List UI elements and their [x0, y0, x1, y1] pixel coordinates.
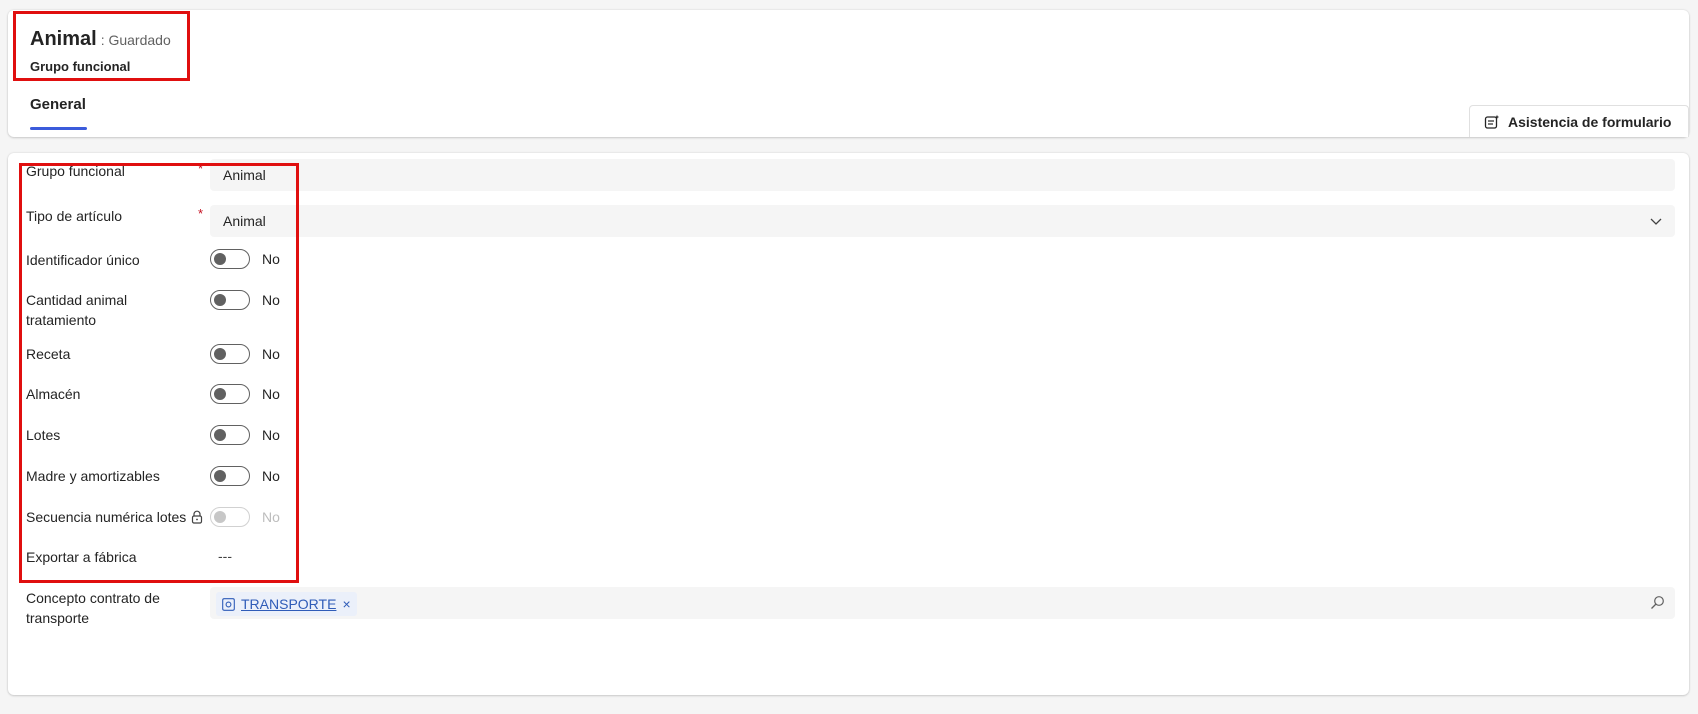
receta-value: No	[262, 346, 280, 362]
madre-amortizables-value: No	[262, 468, 280, 484]
lookup-tag: TRANSPORTE ×	[216, 592, 357, 616]
tipo-articulo-value: Animal	[223, 213, 266, 229]
field-label-tipo-articulo: Tipo de artículo	[26, 208, 122, 224]
receta-toggle[interactable]	[210, 344, 250, 364]
toggle-knob	[214, 388, 226, 400]
chevron-down-icon	[1650, 218, 1662, 225]
form-assist-label: Asistencia de formulario	[1508, 113, 1672, 130]
almacen-toggle[interactable]	[210, 384, 250, 404]
remove-tag-button[interactable]: ×	[342, 597, 350, 611]
identificador-unico-toggle[interactable]	[210, 249, 250, 269]
exportar-fabrica-value: ---	[218, 548, 232, 564]
field-label-concepto-contrato: Concepto contrato de transporte	[26, 590, 160, 626]
field-label-grupo-funcional: Grupo funcional	[26, 163, 125, 179]
toggle-knob	[214, 253, 226, 265]
toggle-knob	[214, 429, 226, 441]
highlight-box-title	[13, 11, 190, 81]
secuencia-numerica-lotes-toggle	[210, 507, 250, 527]
grupo-funcional-value: Animal	[223, 167, 266, 183]
lotes-value: No	[262, 427, 280, 443]
field-label-identificador-unico: Identificador único	[26, 252, 140, 268]
field-label-lotes: Lotes	[26, 427, 61, 443]
identificador-unico-value: No	[262, 251, 280, 267]
cantidad-animal-tratamiento-value: No	[262, 292, 280, 308]
lotes-toggle[interactable]	[210, 425, 250, 445]
form-assist-button[interactable]: Asistencia de formulario	[1469, 105, 1689, 137]
toggle-knob	[214, 294, 226, 306]
secuencia-numerica-lotes-value: No	[262, 509, 280, 525]
required-marker: *	[198, 206, 204, 221]
field-label-secuencia-numerica-lotes: Secuencia numérica lotes	[26, 509, 187, 525]
lock-icon	[191, 510, 203, 524]
toggle-knob	[214, 348, 226, 360]
required-marker: *	[198, 161, 204, 176]
tab-active-indicator	[30, 127, 87, 130]
field-label-exportar-fabrica: Exportar a fábrica	[26, 549, 137, 565]
form-assist-icon	[1484, 114, 1500, 129]
form-body: Grupo funcional * Animal Tipo de artícul…	[8, 153, 1689, 695]
field-label-almacen: Almacén	[26, 386, 81, 402]
concepto-contrato-lookup[interactable]: TRANSPORTE ×	[210, 587, 1675, 619]
search-icon[interactable]	[1650, 595, 1665, 610]
tab-general[interactable]: General	[30, 96, 86, 113]
transporte-link[interactable]: TRANSPORTE	[241, 596, 336, 612]
tipo-articulo-select[interactable]: Animal	[210, 205, 1675, 237]
entity-icon	[222, 597, 235, 611]
toggle-knob	[214, 470, 226, 482]
form-header: Animal: Guardado Grupo funcional General…	[8, 10, 1689, 137]
field-label-cantidad-animal-tratamiento: Cantidad animal tratamiento	[26, 292, 128, 328]
madre-amortizables-toggle[interactable]	[210, 466, 250, 486]
grupo-funcional-input[interactable]: Animal	[210, 159, 1675, 191]
field-label-madre-amortizables: Madre y amortizables	[26, 468, 160, 484]
cantidad-animal-tratamiento-toggle[interactable]	[210, 290, 250, 310]
toggle-knob	[214, 511, 226, 523]
field-label-receta: Receta	[26, 346, 71, 362]
almacen-value: No	[262, 386, 280, 402]
